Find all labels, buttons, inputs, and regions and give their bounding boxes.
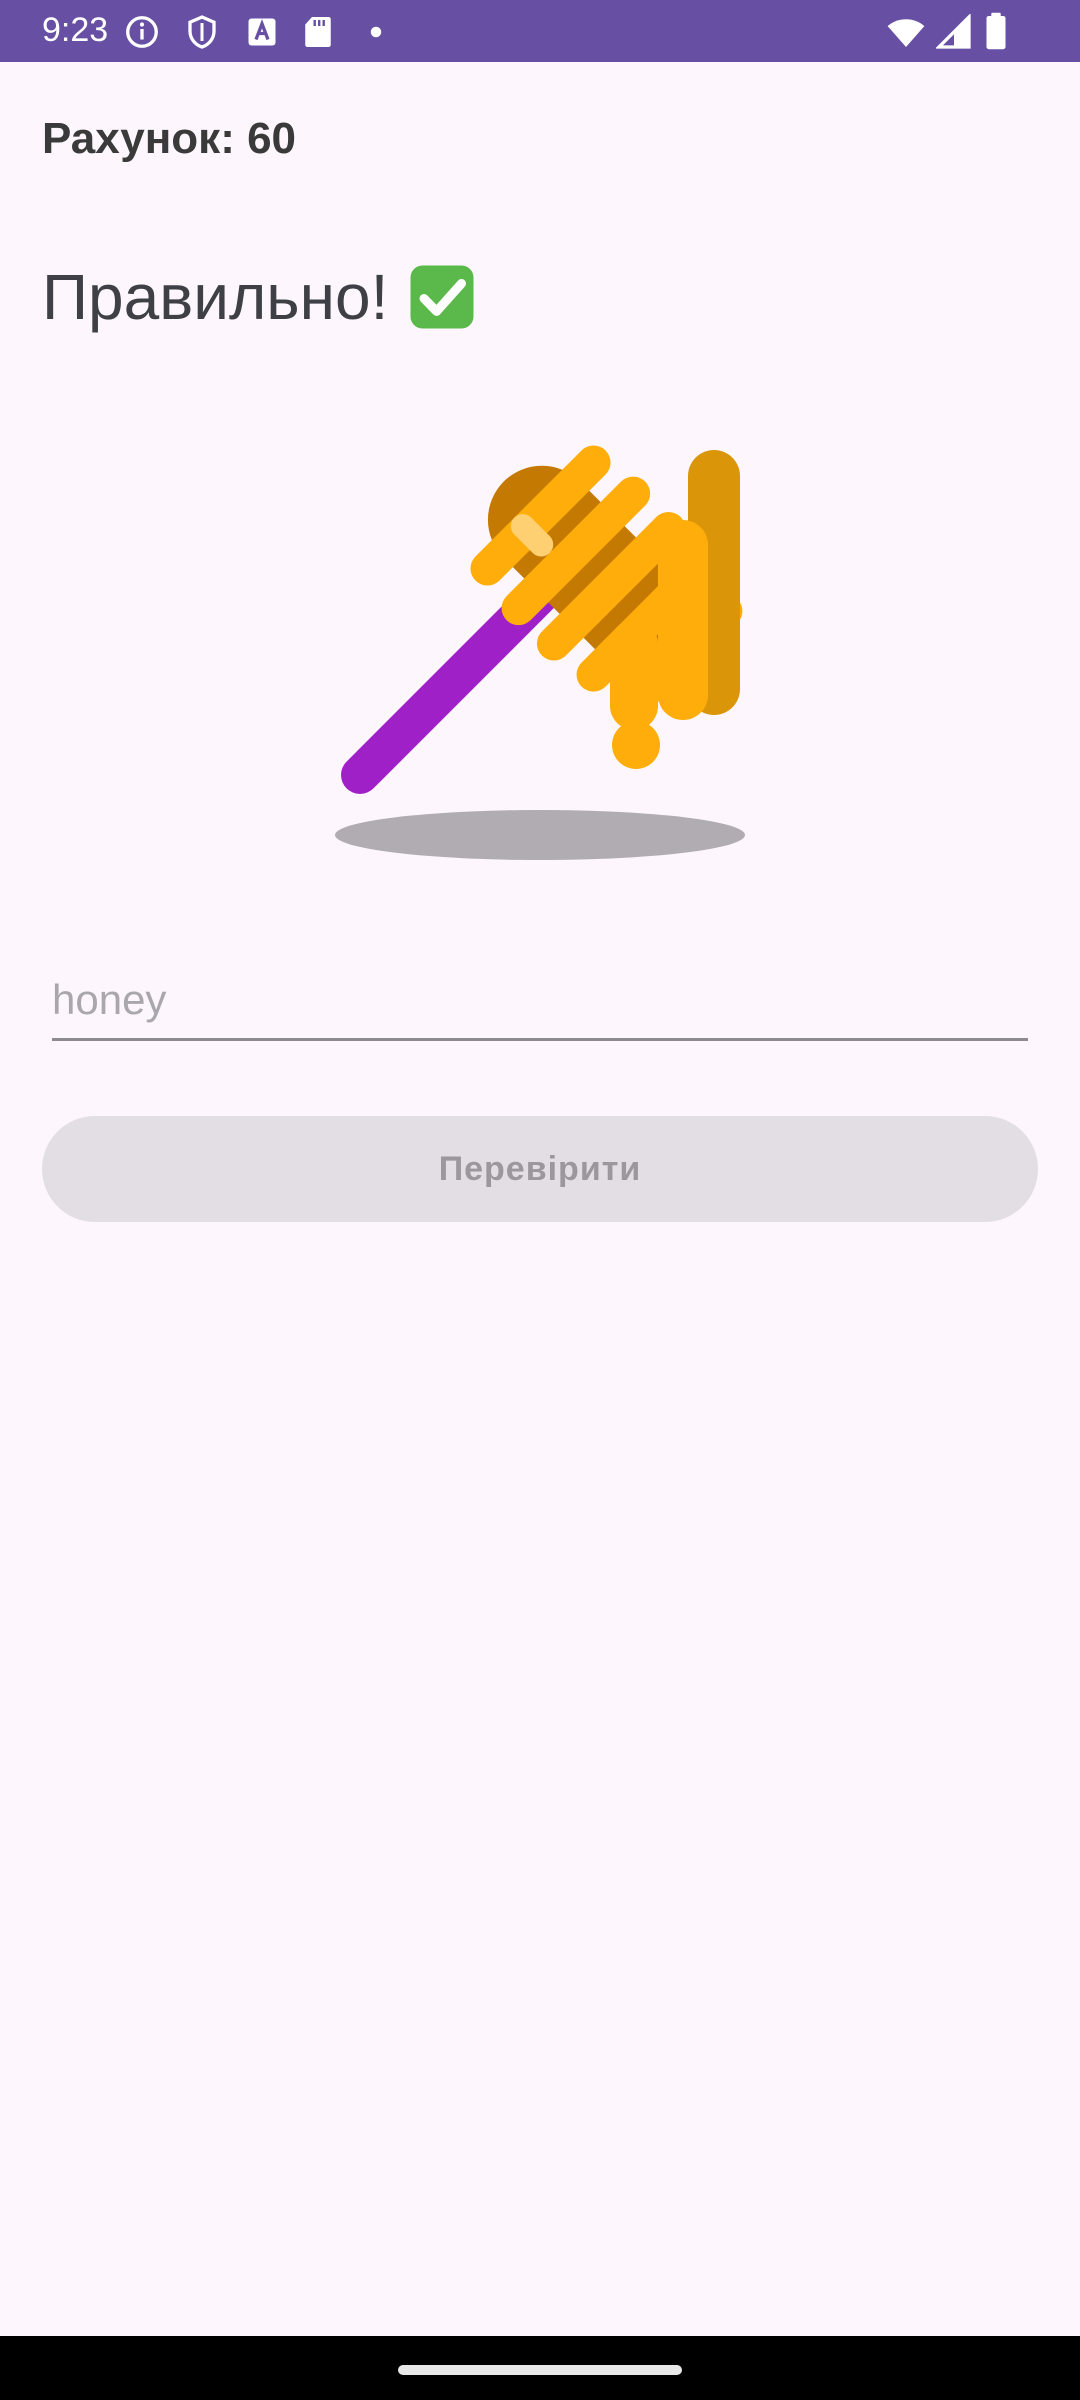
status-time: 9:23 bbox=[42, 11, 109, 49]
check-button[interactable]: Перевірити bbox=[42, 1116, 1038, 1222]
feedback-message: Правильно! bbox=[42, 260, 478, 334]
honey-dipper-icon bbox=[320, 360, 780, 870]
check-mark-icon bbox=[406, 261, 478, 333]
battery-icon bbox=[980, 12, 1012, 50]
score-label: Рахунок: 60 bbox=[42, 114, 297, 163]
feedback-text: Правильно! bbox=[42, 261, 389, 333]
font-icon bbox=[244, 14, 280, 50]
signal-icon bbox=[936, 14, 972, 50]
shield-icon bbox=[184, 14, 220, 50]
status-bar: 9:23 bbox=[0, 0, 1080, 62]
dot-icon bbox=[358, 14, 394, 50]
info-icon bbox=[124, 14, 160, 50]
home-handle[interactable] bbox=[398, 2365, 682, 2375]
wifi-icon bbox=[886, 12, 926, 52]
navigation-bar bbox=[0, 2336, 1080, 2400]
answer-input[interactable] bbox=[52, 962, 1028, 1041]
sd-card-icon bbox=[300, 14, 336, 50]
